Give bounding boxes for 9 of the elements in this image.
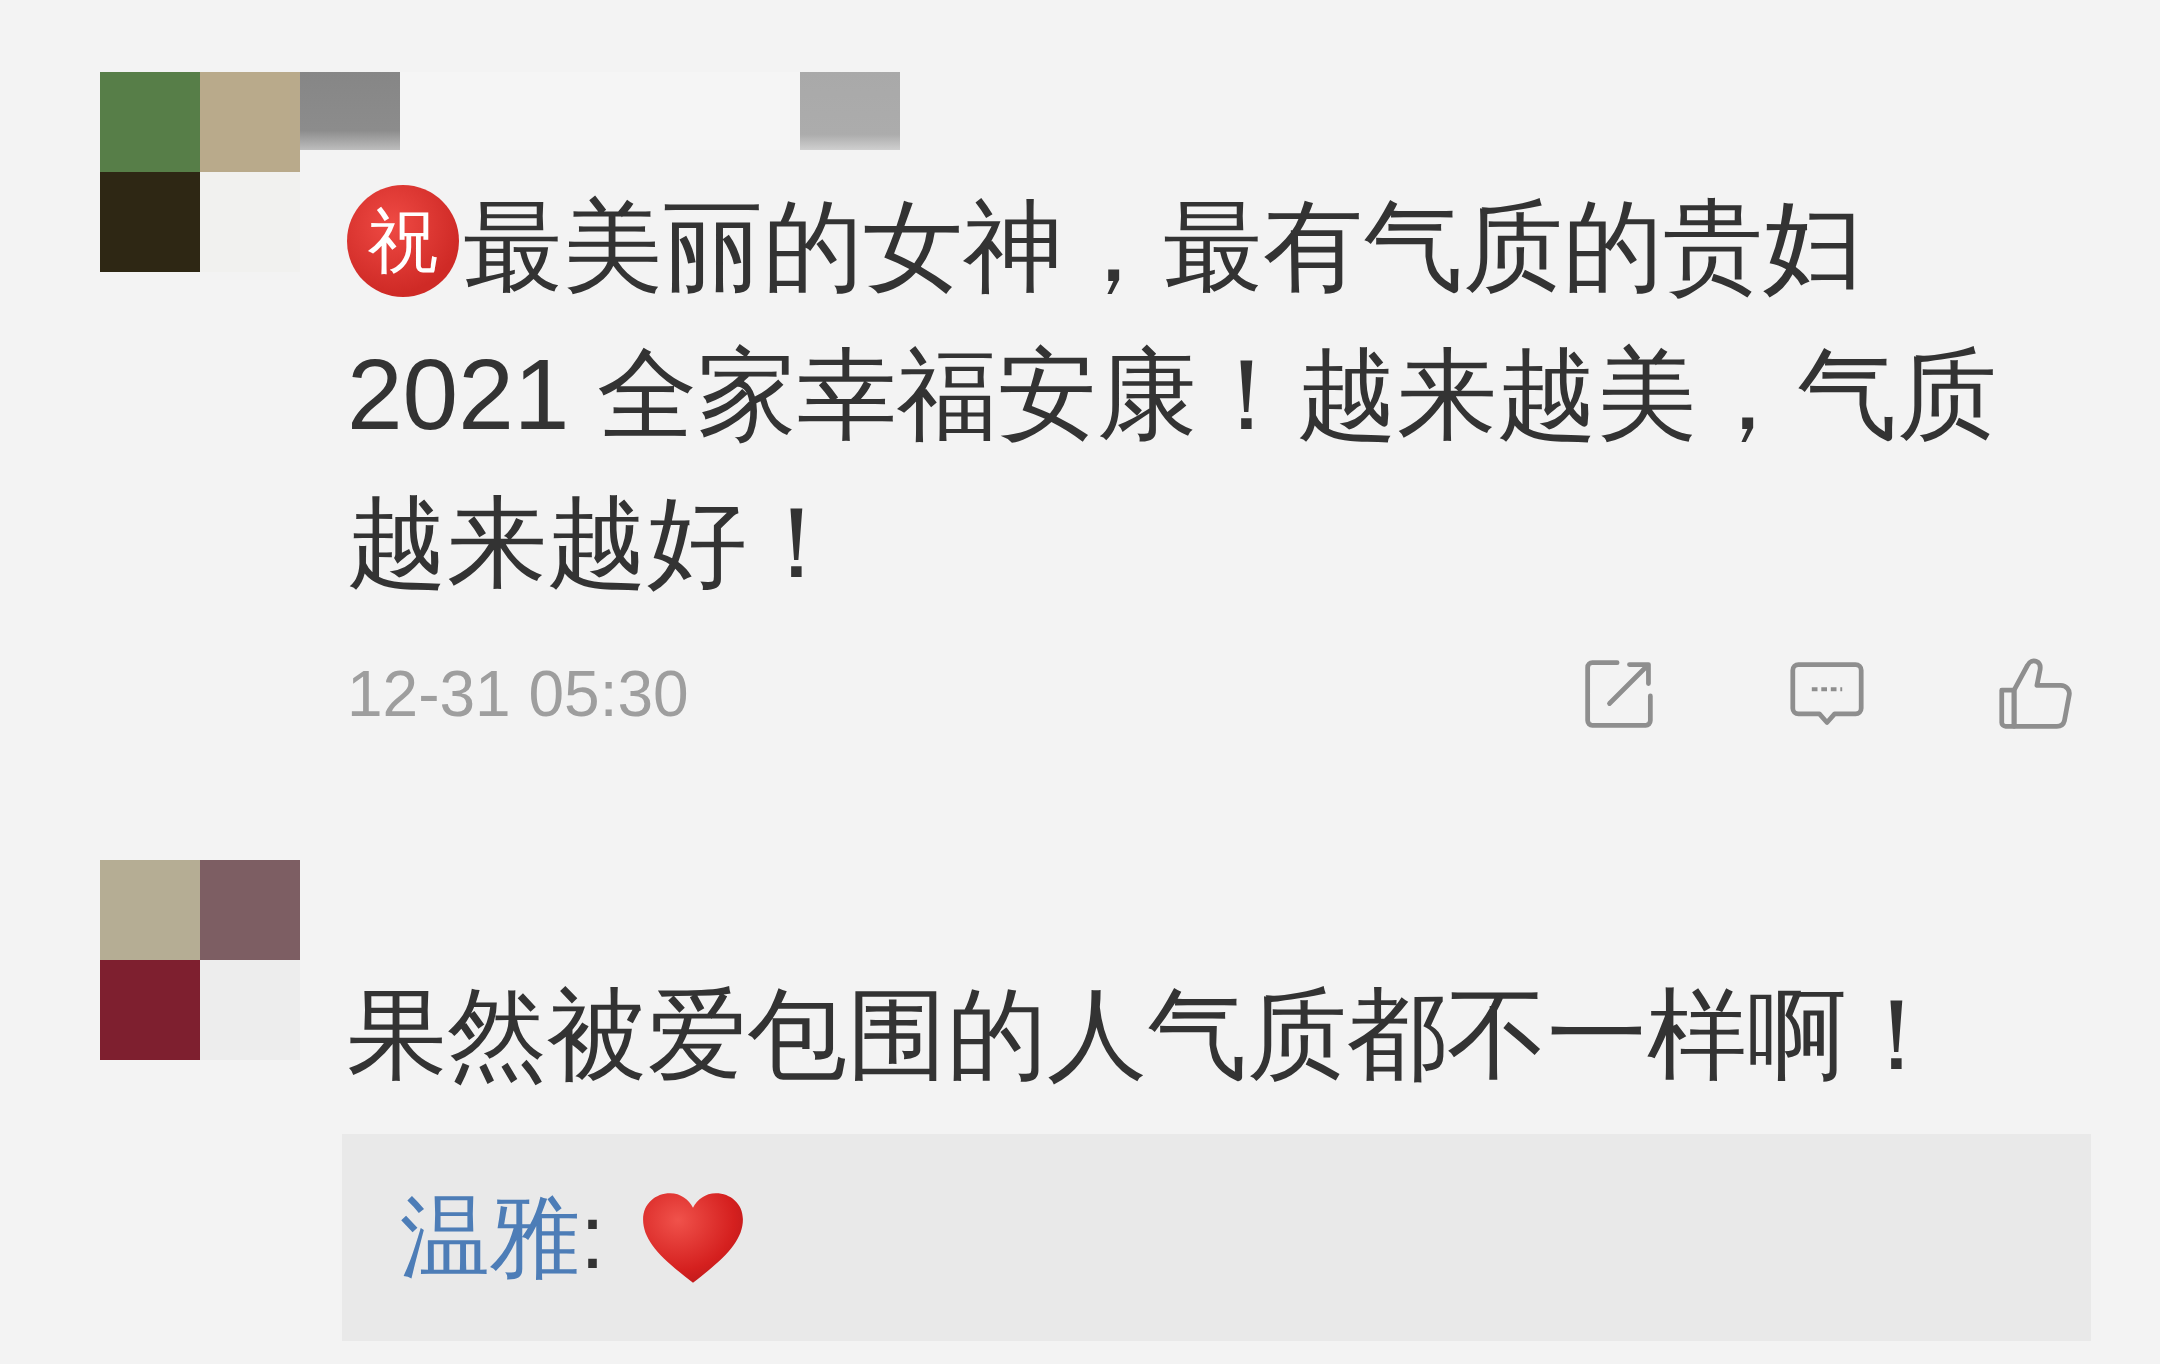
comment-text: 果然被爱包围的人气质都不一样啊！ xyxy=(347,977,1948,1092)
comment-text: 祝 最美丽的女神，最有气质的贵妇2021 全家幸福安康！越来越美，气质越来越好！ xyxy=(347,172,2037,616)
reply-author-link[interactable]: 温雅 xyxy=(400,1176,580,1299)
pixelated-avatar[interactable] xyxy=(100,860,300,1060)
comment-time: 12-31 05:30 xyxy=(347,657,689,732)
thumbs-up-icon[interactable] xyxy=(1997,656,2073,732)
heart-icon xyxy=(641,1190,745,1285)
reply-colon: : xyxy=(580,1186,605,1289)
pixelated-avatar[interactable] xyxy=(100,72,300,272)
